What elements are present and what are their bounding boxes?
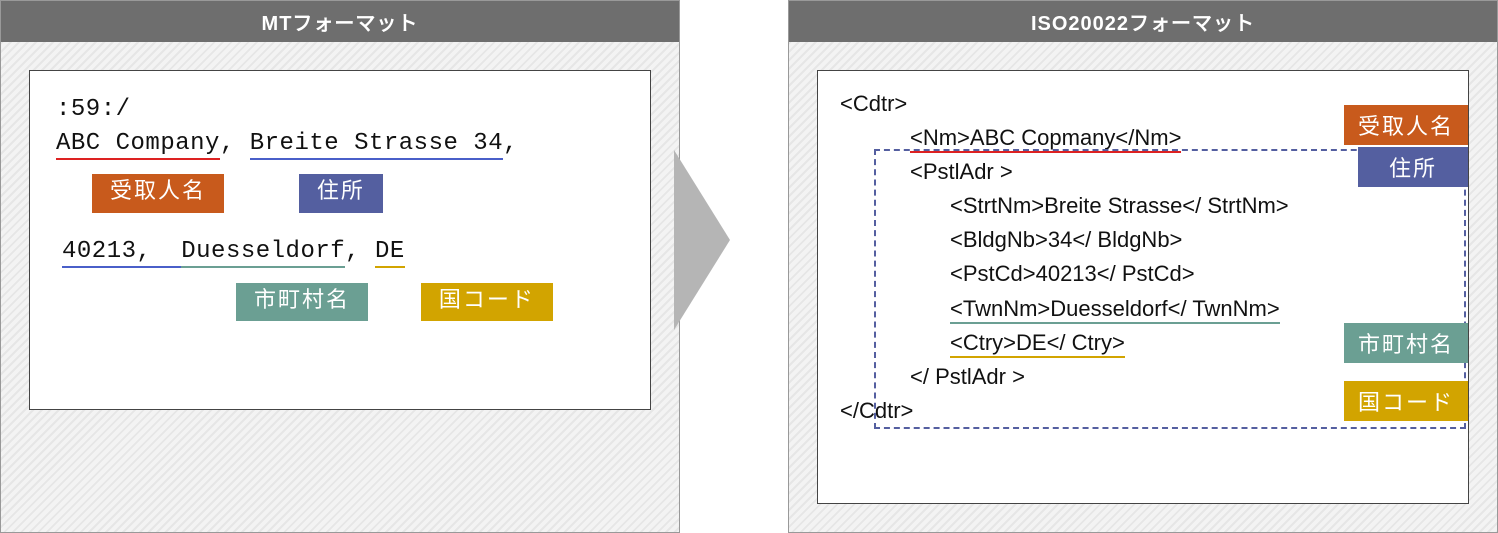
mt-company: ABC Company: [56, 130, 220, 160]
tag-city-name: 市町村名: [236, 283, 368, 322]
mt-tags-row-2: 市町村名 国コード: [236, 275, 624, 322]
tag-recipient-name-right: 受取人名: [1344, 105, 1468, 145]
mt-content-box: :59:/ ABC Company, Breite Strasse 34, 受取…: [29, 70, 651, 410]
xml-pstcd: <PstCd>40213</ PstCd>: [950, 257, 1446, 291]
iso-panel-title: ISO20022フォーマット: [789, 1, 1497, 42]
mt-panel-title: MTフォーマット: [1, 1, 679, 42]
mt-country: DE: [375, 238, 405, 268]
diagram-stage: MTフォーマット :59:/ ABC Company, Breite Stras…: [0, 0, 1498, 531]
tag-country-code-right: 国コード: [1344, 381, 1468, 421]
mt-panel-body: :59:/ ABC Company, Breite Strasse 34, 受取…: [1, 42, 679, 532]
mt-format-panel: MTフォーマット :59:/ ABC Company, Breite Stras…: [0, 0, 680, 533]
mt-city: Duesseldorf: [181, 238, 345, 268]
tag-city-name-right: 市町村名: [1344, 323, 1468, 363]
mt-text-block: :59:/ ABC Company, Breite Strasse 34, 受取…: [56, 93, 624, 321]
mt-tags-row-1: 受取人名 住所: [92, 166, 624, 213]
xml-strtnm: <StrtNm>Breite Strasse</ StrtNm>: [950, 189, 1446, 223]
tag-recipient-name: 受取人名: [92, 174, 224, 213]
mt-line-2: ABC Company, Breite Strasse 34,: [56, 127, 624, 161]
tag-address-right: 住所: [1358, 147, 1468, 187]
tag-country-code: 国コード: [421, 283, 553, 322]
xml-bldgnb: <BldgNb>34</ BldgNb>: [950, 223, 1446, 257]
iso-content-box: 受取人名 住所 市町村名 国コード <Cdtr> <Nm>ABC Copmany…: [817, 70, 1469, 504]
iso-format-panel: ISO20022フォーマット 受取人名 住所 市町村名 国コード <Cdtr> …: [788, 0, 1498, 533]
mt-line-3: 40213, Duesseldorf, DE: [62, 235, 624, 269]
tag-address: 住所: [299, 174, 383, 213]
xml-twnnm: <TwnNm>Duesseldorf</ TwnNm>: [950, 292, 1446, 326]
mt-line-1: :59:/: [56, 93, 624, 127]
mt-street: Breite Strasse 34: [250, 130, 503, 160]
arrow-right-icon: [674, 150, 730, 330]
iso-panel-body: 受取人名 住所 市町村名 国コード <Cdtr> <Nm>ABC Copmany…: [789, 42, 1497, 532]
mt-postcode: 40213,: [62, 238, 181, 268]
